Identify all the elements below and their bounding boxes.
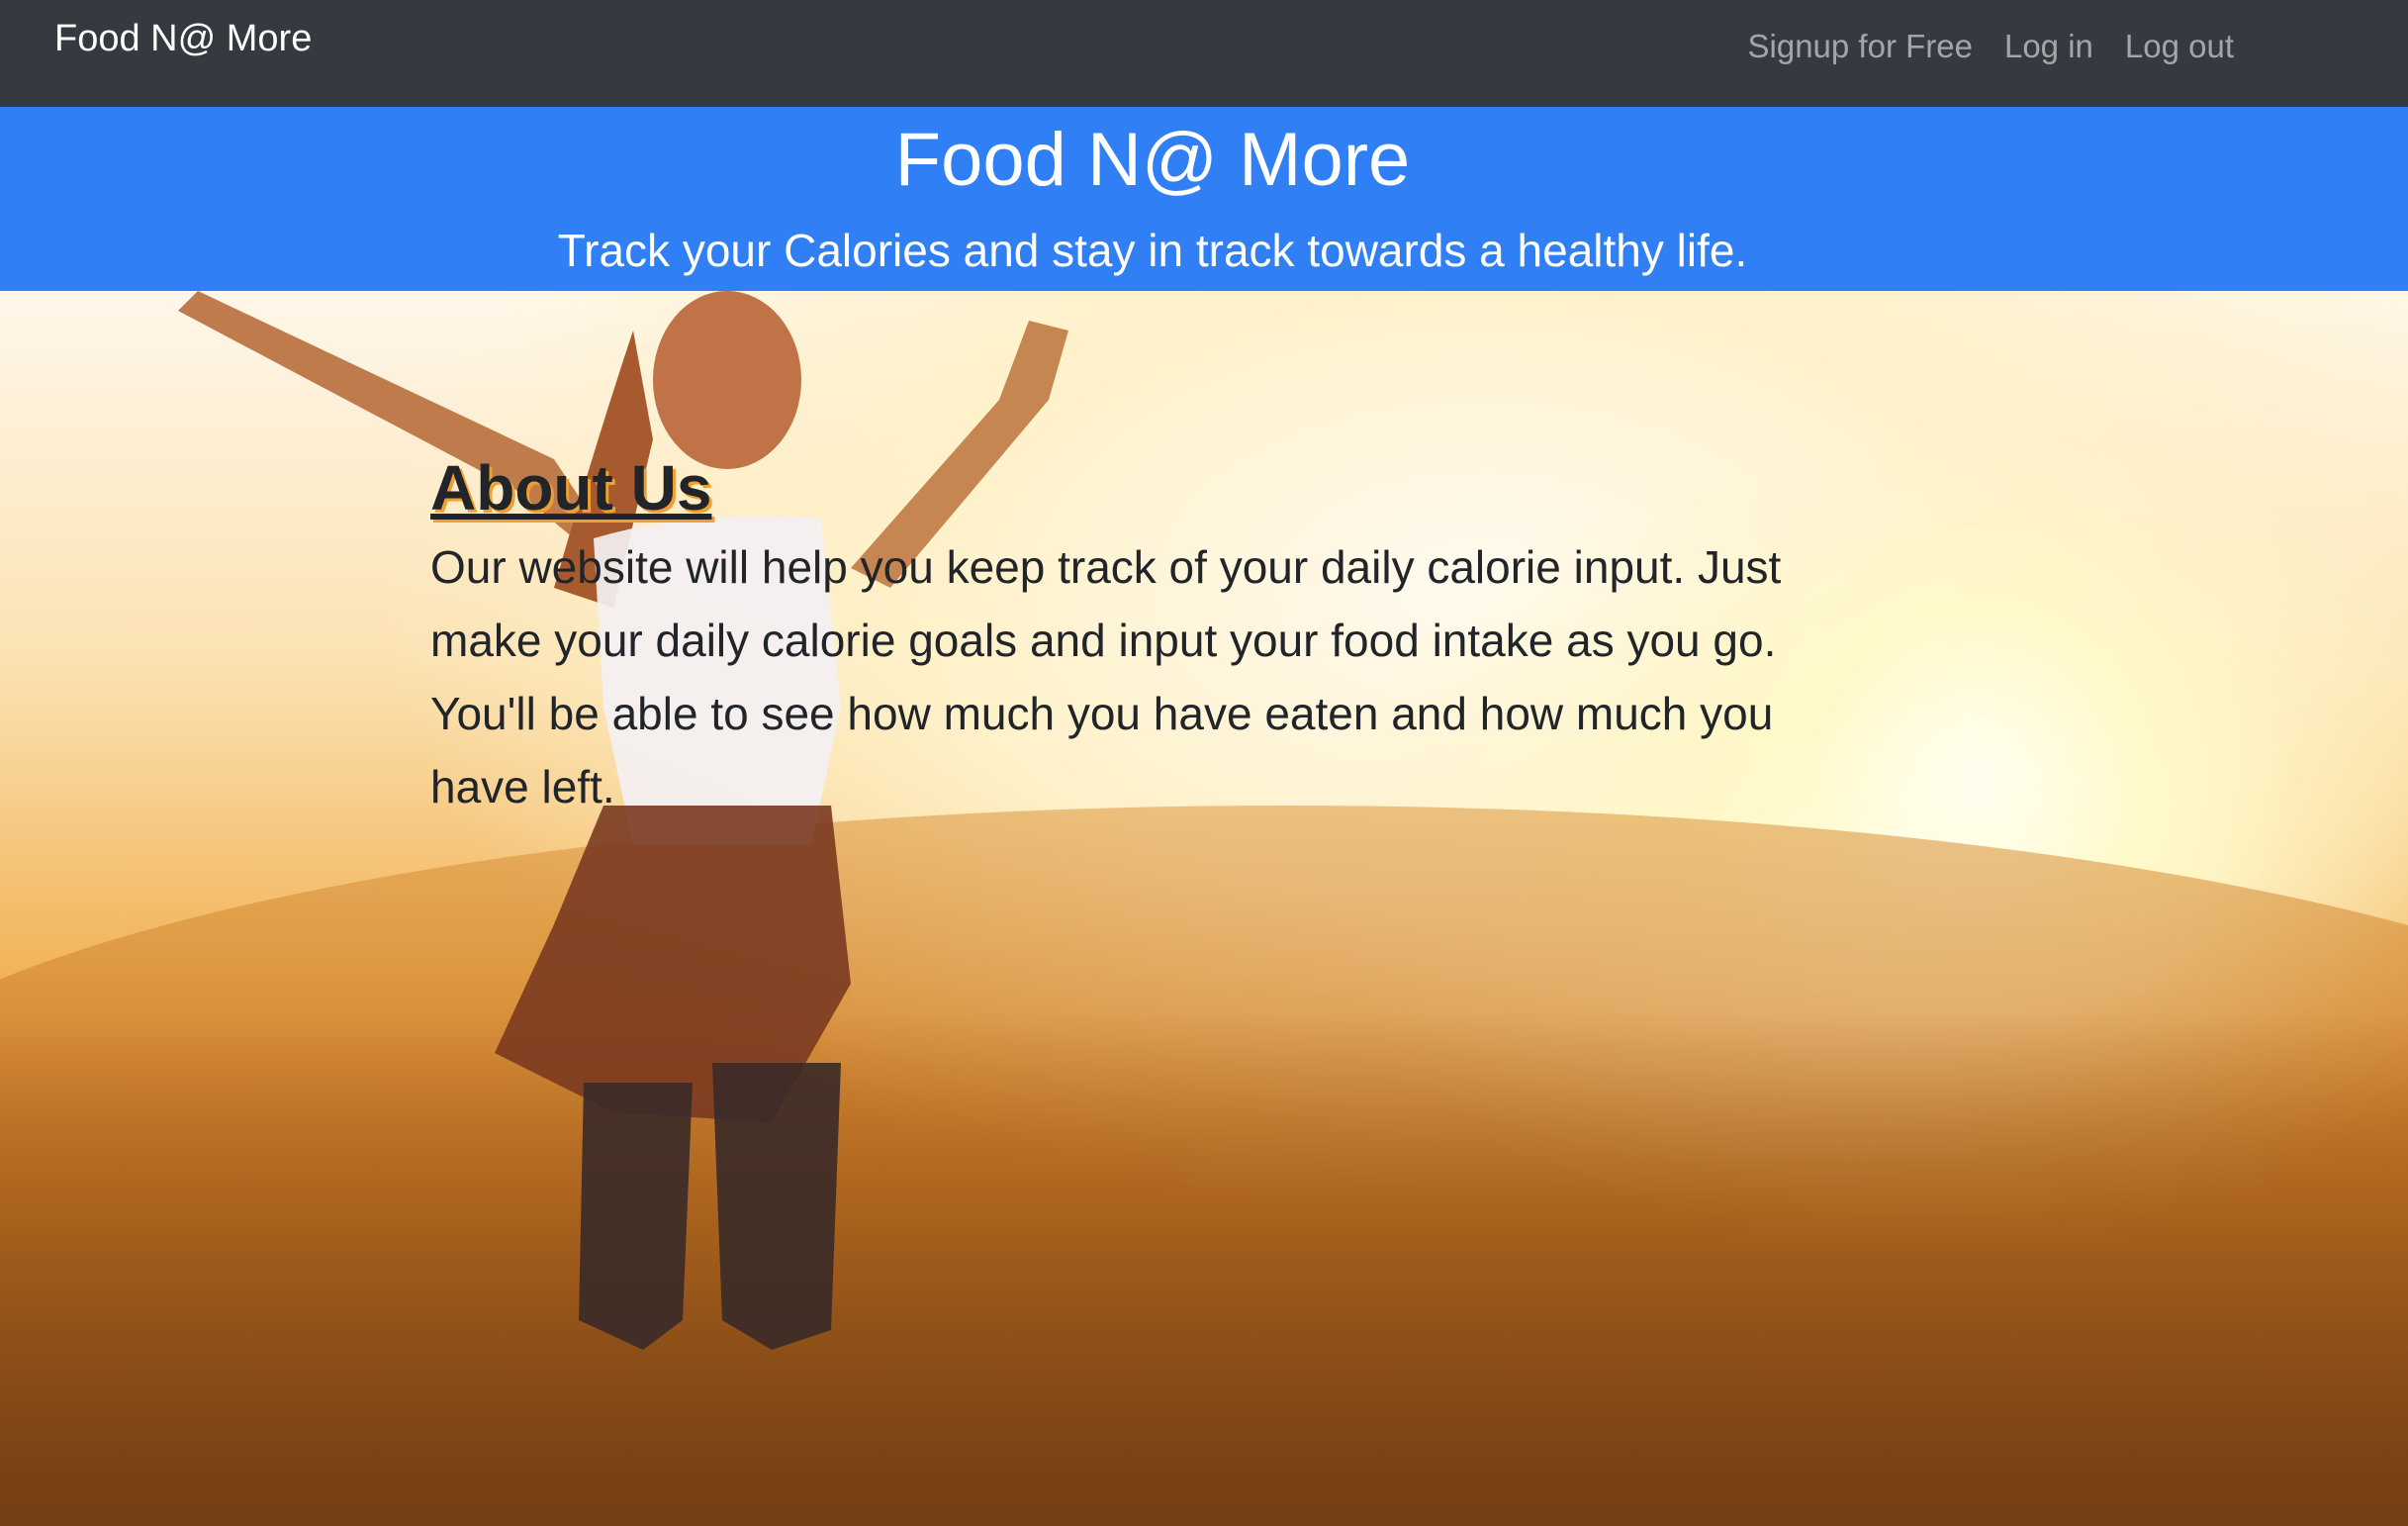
login-link[interactable]: Log in bbox=[2004, 28, 2093, 65]
about-text: Our website will help you keep track of … bbox=[430, 541, 1782, 812]
banner-title: Food N@ More bbox=[894, 118, 1411, 202]
hero-banner: Food N@ More Track your Calories and sta… bbox=[0, 107, 2408, 291]
about-section: About Us Our website will help you keep … bbox=[430, 451, 1835, 823]
nav-links: Signup for Free Log in Log out bbox=[1748, 28, 2235, 65]
signup-link[interactable]: Signup for Free bbox=[1748, 28, 1973, 65]
brand-link[interactable]: Food N@ More bbox=[54, 18, 312, 60]
logout-link[interactable]: Log out bbox=[2125, 28, 2234, 65]
banner-subtitle: Track your Calories and stay in track to… bbox=[557, 225, 1748, 276]
about-title: About Us bbox=[430, 452, 712, 524]
top-navbar: Food N@ More Signup for Free Log in Log … bbox=[0, 0, 2408, 107]
page: Food N@ More Signup for Free Log in Log … bbox=[0, 0, 2408, 1526]
background-image: About Us Our website will help you keep … bbox=[0, 291, 2408, 1526]
